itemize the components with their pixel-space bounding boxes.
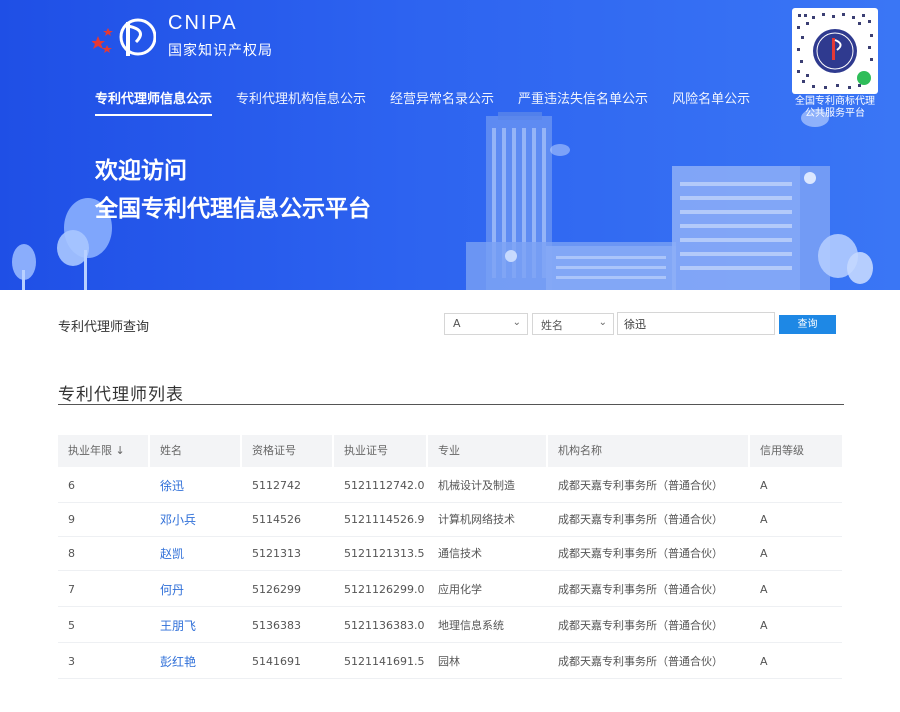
cell-org: 成都天嘉专利事务所（普通合伙） bbox=[558, 583, 723, 596]
cell-cert: 5136383 bbox=[252, 619, 301, 632]
letter-select[interactable]: A ⌄ bbox=[444, 313, 528, 335]
table-row: 9 邓小兵 5114526 5121114526.9 计算机网络技术 成都天嘉专… bbox=[58, 503, 842, 537]
column-header-credit: 信用等级 bbox=[760, 444, 804, 457]
cell-credit: A bbox=[760, 619, 768, 632]
cell-org: 成都天嘉专利事务所（普通合伙） bbox=[558, 513, 723, 526]
query-button[interactable]: 查询 bbox=[779, 315, 836, 334]
cell-cert: 5114526 bbox=[252, 513, 301, 526]
column-header-name: 姓名 bbox=[150, 435, 242, 467]
cell-license: 5121141691.5 bbox=[344, 655, 425, 668]
cell-name-link[interactable]: 赵凯 bbox=[150, 537, 184, 571]
column-header-major: 专业 bbox=[428, 435, 548, 467]
cell-license: 5121114526.9 bbox=[344, 513, 425, 526]
cell-years: 9 bbox=[68, 513, 75, 526]
cell-major: 计算机网络技术 bbox=[438, 513, 515, 526]
nav-item-agent-info[interactable]: 专利代理师信息公示 bbox=[95, 88, 213, 116]
cell-name-link[interactable]: 邓小兵 bbox=[150, 503, 196, 537]
search-label: 专利代理师查询 bbox=[58, 320, 150, 335]
cell-org: 成都天嘉专利事务所（普通合伙） bbox=[558, 655, 723, 668]
cell-credit: A bbox=[760, 547, 768, 560]
cell-cert: 5121313 bbox=[252, 547, 301, 560]
cell-cert: 5141691 bbox=[252, 655, 301, 668]
table-header: 执业年限 ↓ 姓名 资格证号 执业证号 专业 机构名称 信用等级 bbox=[58, 435, 842, 467]
main-nav: 专利代理师信息公示 专利代理机构信息公示 经营异常名录公示 严重违法失信名单公示… bbox=[95, 88, 774, 116]
chevron-down-icon: ⌄ bbox=[598, 317, 607, 328]
cell-major: 应用化学 bbox=[438, 583, 482, 596]
cell-cert: 5126299 bbox=[252, 583, 301, 596]
nav-item-abnormal-list[interactable]: 经营异常名录公示 bbox=[390, 88, 494, 116]
cell-name-link[interactable]: 彭红艳 bbox=[150, 645, 196, 679]
list-title: 专利代理师列表 bbox=[58, 385, 184, 405]
welcome-line-1: 欢迎访问 bbox=[95, 158, 187, 184]
welcome-heading: 欢迎访问 全国专利代理信息公示平台 bbox=[95, 152, 371, 228]
table-row: 3 彭红艳 5141691 5121141691.5 园林 成都天嘉专利事务所（… bbox=[58, 645, 842, 679]
qr-caption-line-1: 全国专利商标代理 bbox=[795, 96, 875, 107]
cell-major: 机械设计及制造 bbox=[438, 479, 515, 492]
field-select[interactable]: 姓名 ⌄ bbox=[532, 313, 614, 335]
nav-item-agency-info[interactable]: 专利代理机构信息公示 bbox=[236, 88, 366, 116]
cell-name-link[interactable]: 王朋飞 bbox=[150, 609, 196, 643]
cell-years: 7 bbox=[68, 583, 75, 596]
cell-license: 5121136383.0 bbox=[344, 619, 425, 632]
qr-caption: 全国专利商标代理 公共服务平台 bbox=[782, 96, 888, 120]
cell-license: 5121112742.0 bbox=[344, 479, 425, 492]
field-select-value: 姓名 bbox=[541, 319, 563, 332]
search-input[interactable]: 徐迅 bbox=[617, 312, 775, 335]
column-header-cert: 资格证号 bbox=[242, 435, 334, 467]
cell-org: 成都天嘉专利事务所（普通合伙） bbox=[558, 479, 723, 492]
hero-banner: CNIPA 国家知识产权局 专利代理师信息公示 专利代理机构信息公示 经营异常名… bbox=[0, 0, 900, 290]
cell-years: 3 bbox=[68, 655, 75, 668]
table-row: 6 徐迅 5112742 5121112742.0 机械设计及制造 成都天嘉专利… bbox=[58, 469, 842, 503]
chevron-down-icon: ⌄ bbox=[512, 317, 521, 328]
nav-item-dishonest-list[interactable]: 严重违法失信名单公示 bbox=[518, 88, 648, 116]
cell-name-link[interactable]: 徐迅 bbox=[150, 469, 184, 503]
cell-credit: A bbox=[760, 655, 768, 668]
cell-major: 园林 bbox=[438, 655, 460, 668]
brand-name: CNIPA bbox=[168, 12, 238, 34]
cell-credit: A bbox=[760, 479, 768, 492]
letter-select-value: A bbox=[453, 317, 461, 330]
cell-cert: 5112742 bbox=[252, 479, 301, 492]
welcome-line-2: 全国专利代理信息公示平台 bbox=[95, 196, 371, 222]
table-row: 5 王朋飞 5136383 5121136383.0 地理信息系统 成都天嘉专利… bbox=[58, 609, 842, 643]
column-header-years[interactable]: 执业年限 ↓ bbox=[58, 435, 150, 467]
table-row: 7 何丹 5126299 5121126299.0 应用化学 成都天嘉专利事务所… bbox=[58, 573, 842, 607]
qr-caption-line-2: 公共服务平台 bbox=[805, 108, 865, 119]
mini-program-qr[interactable] bbox=[792, 8, 878, 94]
cell-license: 5121126299.0 bbox=[344, 583, 425, 596]
column-header-license: 执业证号 bbox=[334, 435, 428, 467]
cell-years: 8 bbox=[68, 547, 75, 560]
column-header-org: 机构名称 bbox=[548, 435, 750, 467]
table-row: 8 赵凯 5121313 5121121313.5 通信技术 成都天嘉专利事务所… bbox=[58, 537, 842, 571]
nav-item-risk-list[interactable]: 风险名单公示 bbox=[672, 88, 750, 116]
cell-years: 6 bbox=[68, 479, 75, 492]
cell-name-link[interactable]: 何丹 bbox=[150, 573, 184, 607]
cell-org: 成都天嘉专利事务所（普通合伙） bbox=[558, 547, 723, 560]
list-divider bbox=[58, 404, 844, 405]
brand-subtitle: 国家知识产权局 bbox=[168, 43, 273, 59]
cell-org: 成都天嘉专利事务所（普通合伙） bbox=[558, 619, 723, 632]
cell-license: 5121121313.5 bbox=[344, 547, 425, 560]
cell-years: 5 bbox=[68, 619, 75, 632]
cell-major: 通信技术 bbox=[438, 547, 482, 560]
cnipa-emblem-icon bbox=[92, 18, 156, 56]
cell-credit: A bbox=[760, 583, 768, 596]
qr-code-icon bbox=[797, 13, 873, 89]
cell-credit: A bbox=[760, 513, 768, 526]
cell-major: 地理信息系统 bbox=[438, 619, 504, 632]
